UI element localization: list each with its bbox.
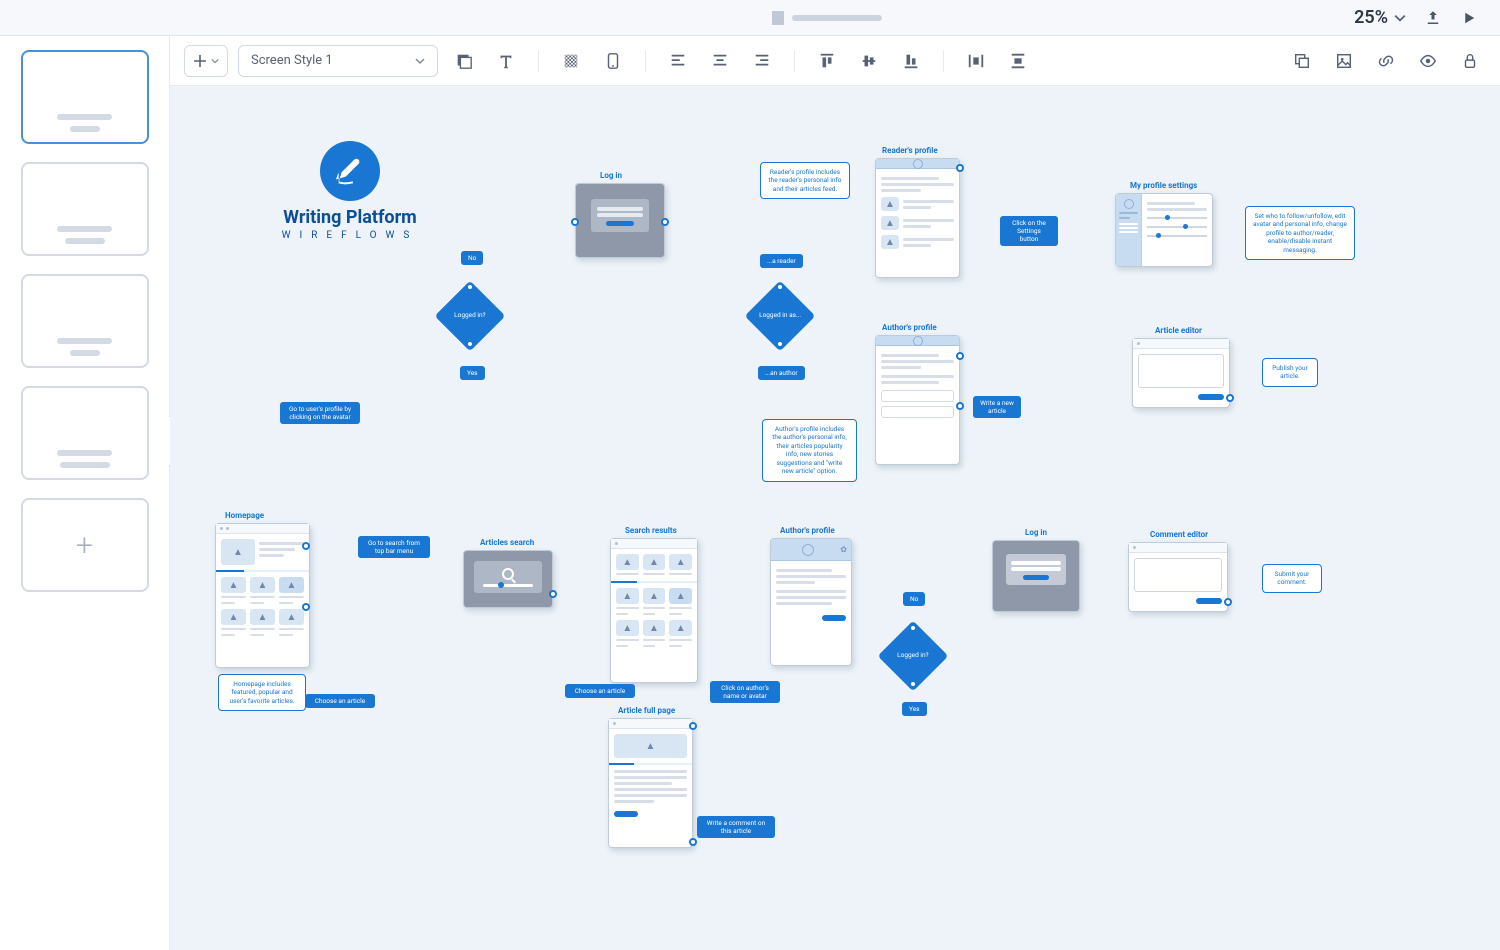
align-middle-button[interactable] bbox=[853, 45, 885, 77]
text-tool-button[interactable] bbox=[490, 45, 522, 77]
screen-article-editor[interactable] bbox=[1132, 338, 1230, 408]
title-placeholder-bar bbox=[792, 15, 882, 21]
visibility-icon[interactable] bbox=[1412, 45, 1444, 77]
link-icon[interactable] bbox=[1370, 45, 1402, 77]
page-thumbnail[interactable] bbox=[21, 50, 149, 144]
note-settings: Set who to follow/unfollow, edit avatar … bbox=[1245, 206, 1355, 260]
edge-label: Write a new article bbox=[973, 396, 1021, 418]
note-submit: Submit your comment. bbox=[1262, 564, 1322, 593]
screen-reader-profile[interactable]: ▲ ▲ ▲ bbox=[875, 158, 960, 278]
align-right-button[interactable] bbox=[746, 45, 778, 77]
pages-rail: + bbox=[0, 36, 170, 950]
logo-subtitle: WIREFLOWS bbox=[282, 230, 419, 241]
screen-label: Log in bbox=[1025, 528, 1047, 537]
zoom-value: 25% bbox=[1354, 7, 1388, 28]
screen-author-profile-2[interactable]: ✿ bbox=[770, 538, 852, 666]
shape-tool-button[interactable] bbox=[448, 45, 480, 77]
align-bottom-button[interactable] bbox=[895, 45, 927, 77]
page-thumbnail[interactable] bbox=[21, 386, 149, 480]
align-left-button[interactable] bbox=[662, 45, 694, 77]
edge-label: Choose an article bbox=[565, 684, 635, 698]
pen-logo-icon bbox=[320, 141, 380, 201]
screen-articles-search[interactable] bbox=[463, 550, 553, 608]
screen-settings[interactable] bbox=[1115, 193, 1213, 267]
screen-label: Author's profile bbox=[882, 323, 937, 332]
canvas[interactable]: Writing Platform WIREFLOWS Log in Logged… bbox=[170, 86, 1500, 950]
screen-style-select[interactable]: Screen Style 1 bbox=[238, 45, 438, 77]
screen-label: Author's profile bbox=[780, 526, 835, 535]
toolbar: Screen Style 1 bbox=[170, 36, 1500, 86]
screen-comment-editor[interactable] bbox=[1128, 542, 1228, 612]
screen-label: My profile settings bbox=[1130, 181, 1197, 190]
screen-label: Search results bbox=[625, 526, 677, 535]
play-icon[interactable] bbox=[1460, 9, 1478, 27]
distribute-vertical-button[interactable] bbox=[1002, 45, 1034, 77]
document-icon bbox=[772, 11, 784, 25]
title-bar: 25% bbox=[0, 0, 1500, 36]
note-homepage: Homepage includes featured, popular and … bbox=[218, 674, 306, 711]
align-top-button[interactable] bbox=[811, 45, 843, 77]
edge-label-no: No bbox=[461, 251, 483, 265]
screen-author-profile[interactable] bbox=[875, 335, 960, 465]
edge-label: Go to user's profile by clicking on the … bbox=[280, 402, 360, 424]
distribute-horizontal-button[interactable] bbox=[960, 45, 992, 77]
add-element-button[interactable] bbox=[184, 45, 228, 77]
plus-icon bbox=[193, 54, 207, 68]
note-author: Author's profile includes the author's p… bbox=[762, 419, 857, 482]
image-button[interactable] bbox=[1328, 45, 1360, 77]
screen-label: Article full page bbox=[618, 706, 675, 715]
edge-label: ...an author bbox=[758, 366, 805, 380]
chevron-down-icon bbox=[211, 57, 219, 65]
screen-label: Comment editor bbox=[1150, 530, 1208, 539]
note-publish: Publish your article. bbox=[1262, 358, 1318, 387]
screen-style-label: Screen Style 1 bbox=[251, 53, 333, 68]
screen-label: Article editor bbox=[1155, 326, 1202, 335]
screen-label: Articles search bbox=[480, 538, 534, 547]
edge-label-yes: Yes bbox=[460, 366, 485, 380]
edge-label: Choose an article bbox=[305, 694, 375, 708]
document-title[interactable] bbox=[772, 11, 882, 25]
page-thumbnail[interactable] bbox=[21, 162, 149, 256]
chevron-down-icon bbox=[1394, 12, 1406, 24]
chevron-down-icon bbox=[415, 56, 425, 66]
logo-title: Writing Platform bbox=[283, 207, 417, 228]
edge-label: Write a comment on this article bbox=[697, 816, 775, 838]
device-frame-button[interactable] bbox=[597, 45, 629, 77]
edge-label: Go to search from top bar menu bbox=[358, 536, 430, 558]
screen-login-2[interactable] bbox=[992, 540, 1080, 612]
zoom-control[interactable]: 25% bbox=[1354, 7, 1406, 28]
screen-article-full[interactable]: ▲ bbox=[608, 718, 693, 848]
screen-search-results[interactable]: ▲▲▲ ▲ ▲ ▲ ▲ ▲ ▲ bbox=[610, 538, 698, 683]
note-reader: Reader's profile includes the reader's p… bbox=[760, 162, 850, 199]
diagram-logo: Writing Platform WIREFLOWS bbox=[225, 141, 475, 241]
edge-label: Yes bbox=[902, 702, 927, 716]
upload-icon[interactable] bbox=[1424, 9, 1442, 27]
screen-label: Homepage bbox=[225, 511, 264, 520]
edge-label: Click on the Settings button bbox=[1000, 216, 1058, 246]
screen-label: Reader's profile bbox=[882, 146, 938, 155]
lock-icon[interactable] bbox=[1454, 45, 1486, 77]
align-center-button[interactable] bbox=[704, 45, 736, 77]
edge-label: No bbox=[903, 592, 925, 606]
page-thumbnail[interactable] bbox=[21, 274, 149, 368]
opacity-button[interactable] bbox=[555, 45, 587, 77]
screen-login[interactable] bbox=[575, 183, 665, 258]
screen-label: Log in bbox=[600, 171, 622, 180]
edge-label: Click on author's name or avatar bbox=[710, 681, 780, 703]
edge-label: ...a reader bbox=[760, 254, 803, 268]
add-page-button[interactable]: + bbox=[21, 498, 149, 592]
copy-button[interactable] bbox=[1286, 45, 1318, 77]
screen-homepage[interactable]: ▲ ▲ ▲ ▲ ▲ ▲ ▲ bbox=[215, 523, 310, 668]
